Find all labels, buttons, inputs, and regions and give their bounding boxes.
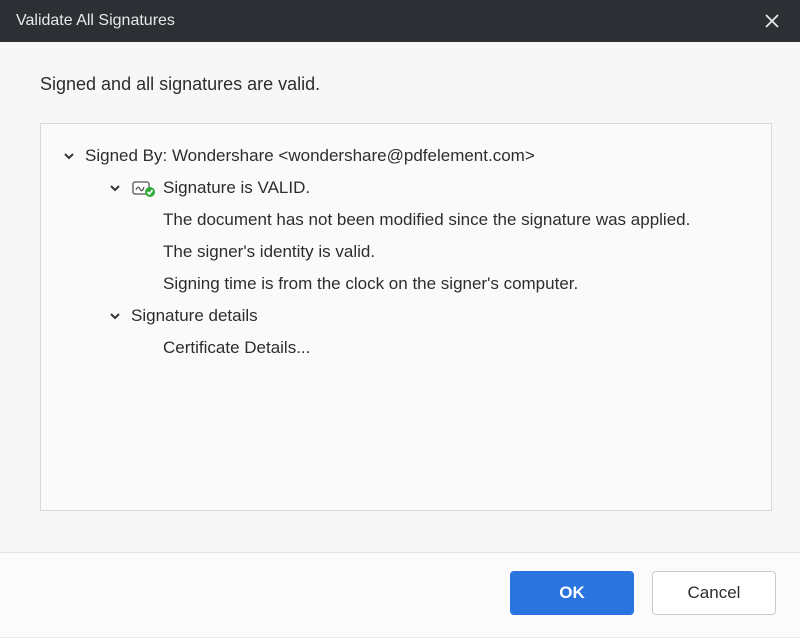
certificate-details-label: Certificate Details... bbox=[163, 332, 310, 364]
signature-valid-icon bbox=[131, 178, 157, 198]
dialog-content: Signed and all signatures are valid. Sig… bbox=[0, 42, 800, 552]
detail-text: The signer's identity is valid. bbox=[163, 236, 375, 268]
chevron-down-icon bbox=[105, 306, 125, 326]
tree-node-signature-valid[interactable]: Signature is VALID. bbox=[51, 172, 761, 204]
chevron-down-icon bbox=[105, 178, 125, 198]
summary-text: Signed and all signatures are valid. bbox=[40, 74, 772, 95]
detail-text: Signing time is from the clock on the si… bbox=[163, 268, 578, 300]
detail-text: The document has not been modified since… bbox=[163, 204, 690, 236]
chevron-down-icon bbox=[59, 146, 79, 166]
titlebar: Validate All Signatures bbox=[0, 0, 800, 42]
tree-node-signature-details[interactable]: Signature details bbox=[51, 300, 761, 332]
dialog-title: Validate All Signatures bbox=[16, 12, 175, 30]
tree-detail-not-modified: The document has not been modified since… bbox=[51, 204, 761, 236]
ok-button[interactable]: OK bbox=[510, 571, 634, 615]
tree-node-signed-by[interactable]: Signed By: Wondershare <wondershare@pdfe… bbox=[51, 140, 761, 172]
signature-valid-label: Signature is VALID. bbox=[163, 172, 310, 204]
signature-details-label: Signature details bbox=[131, 300, 258, 332]
tree-detail-identity: The signer's identity is valid. bbox=[51, 236, 761, 268]
signature-tree-panel: Signed By: Wondershare <wondershare@pdfe… bbox=[40, 123, 772, 511]
tree-detail-time: Signing time is from the clock on the si… bbox=[51, 268, 761, 300]
dialog-footer: OK Cancel bbox=[0, 552, 800, 637]
cancel-button[interactable]: Cancel bbox=[652, 571, 776, 615]
validate-signatures-dialog: Validate All Signatures Signed and all s… bbox=[0, 0, 800, 638]
close-icon bbox=[764, 13, 780, 29]
signed-by-label: Signed By: Wondershare <wondershare@pdfe… bbox=[85, 140, 535, 172]
close-button[interactable] bbox=[758, 7, 786, 35]
tree-node-certificate-details[interactable]: Certificate Details... bbox=[51, 332, 761, 364]
